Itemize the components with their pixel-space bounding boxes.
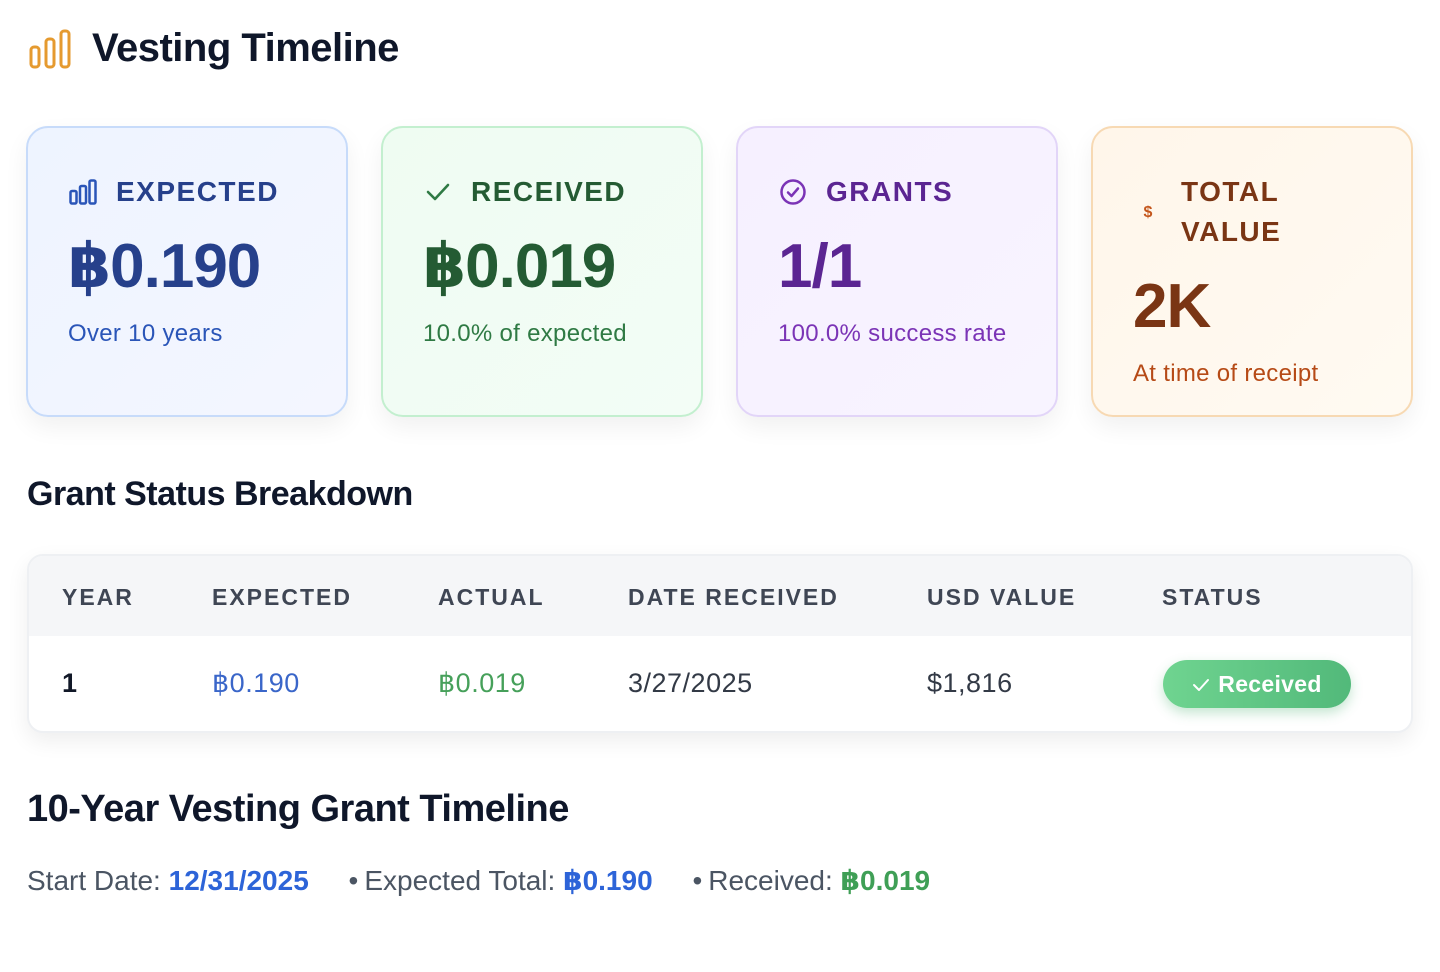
card-value: 2K	[1133, 272, 1211, 341]
received-label: Received:	[708, 865, 833, 896]
dollar-icon: $	[1133, 197, 1163, 227]
column-header-usd-value: USD VALUE	[927, 584, 1077, 610]
received-card: RECEIVED ฿0.019 10.0% of expected	[381, 126, 703, 417]
card-value: 1/1	[778, 232, 862, 301]
cell-actual: ฿0.019	[438, 668, 526, 698]
table-row: 1 ฿0.190 ฿0.019 3/27/2025 $1,816 Receive…	[29, 636, 1411, 731]
start-date-label: Start Date:	[27, 865, 161, 896]
card-subtext: 100.0% success rate	[778, 320, 1007, 347]
bar-chart-icon	[28, 27, 72, 71]
expected-card: EXPECTED ฿0.190 Over 10 years	[26, 126, 348, 417]
card-subtext: At time of receipt	[1133, 360, 1319, 387]
expected-total-value: ฿0.190	[563, 865, 653, 896]
check-circle-icon	[778, 177, 808, 207]
column-header-expected: EXPECTED	[212, 584, 352, 610]
status-label: Received	[1218, 670, 1322, 697]
expected-total-label: Expected Total:	[364, 865, 556, 896]
card-label: RECEIVED	[471, 176, 627, 207]
status-badge: Received	[1163, 660, 1351, 708]
received-value: ฿0.019	[840, 865, 931, 896]
check-icon	[1192, 671, 1210, 698]
separator-bullet: •	[348, 865, 359, 896]
page-title: Vesting Timeline	[92, 26, 399, 70]
breakdown-title: Grant Status Breakdown	[27, 475, 413, 513]
start-date-value: 12/31/2025	[168, 865, 309, 896]
total-value-card: $ TOTAL VALUE 2K At time of receipt	[1091, 126, 1413, 417]
bar-chart-icon	[68, 177, 98, 207]
table-header: YEAR EXPECTED ACTUAL DATE RECEIVED USD V…	[29, 556, 1411, 636]
card-value: ฿0.190	[68, 232, 261, 301]
grant-status-table: YEAR EXPECTED ACTUAL DATE RECEIVED USD V…	[27, 554, 1413, 733]
cell-expected: ฿0.190	[212, 668, 300, 698]
card-label: TOTAL VALUE	[1181, 176, 1282, 247]
column-header-status: STATUS	[1162, 584, 1263, 610]
svg-text:$: $	[1144, 204, 1153, 221]
cell-date-received: 3/27/2025	[628, 668, 753, 698]
column-header-actual: ACTUAL	[438, 584, 545, 610]
vesting-timeline-page: Vesting Timeline EXPECTED ฿0.190 Over 10…	[0, 0, 1440, 972]
check-icon	[423, 177, 453, 207]
card-value: ฿0.019	[423, 232, 616, 301]
column-header-year: YEAR	[62, 584, 134, 610]
card-subtext: Over 10 years	[68, 320, 223, 347]
cell-year: 1	[62, 668, 78, 698]
grants-card: GRANTS 1/1 100.0% success rate	[736, 126, 1058, 417]
summary-cards: EXPECTED ฿0.190 Over 10 years RECEIVED ฿…	[26, 126, 1413, 417]
card-label: GRANTS	[826, 176, 954, 207]
cell-usd-value: $1,816	[927, 668, 1013, 698]
separator-bullet: •	[692, 865, 703, 896]
timeline-title: 10-Year Vesting Grant Timeline	[27, 788, 569, 830]
card-subtext: 10.0% of expected	[423, 320, 627, 347]
card-label: EXPECTED	[116, 176, 279, 207]
timeline-summary: Start Date: 12/31/2025 • Expected Total: …	[27, 864, 930, 897]
page-header: Vesting Timeline	[28, 26, 399, 71]
column-header-date-received: DATE RECEIVED	[628, 584, 839, 610]
